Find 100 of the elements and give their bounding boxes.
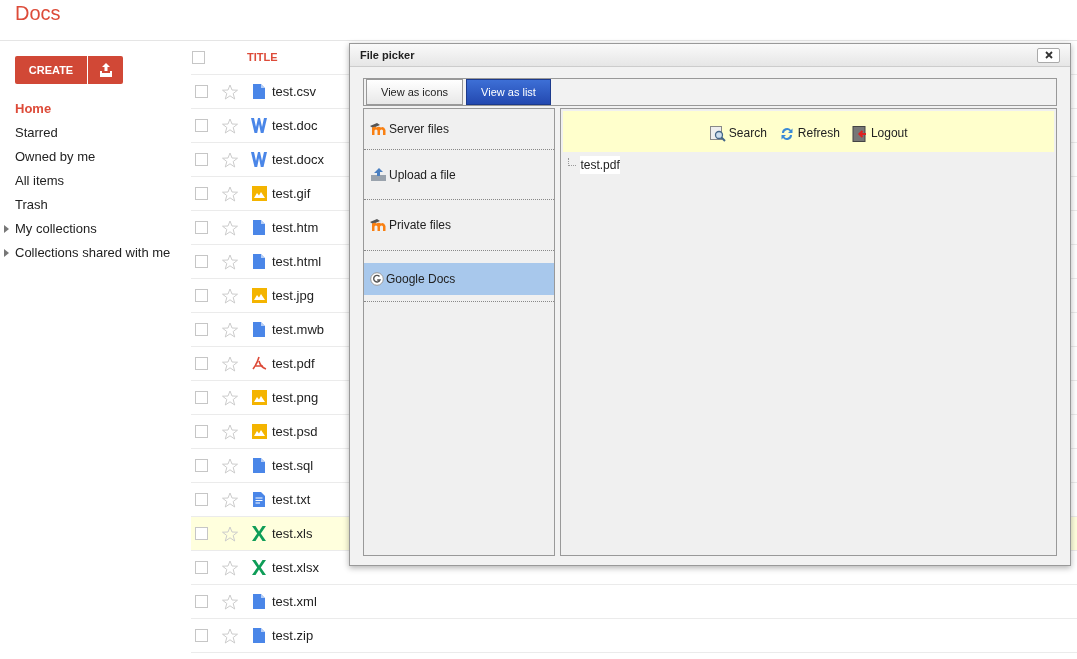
mortarboard-m-icon [370, 122, 387, 136]
file-name[interactable]: test.zip [272, 625, 314, 646]
nav-link[interactable]: My collections [15, 219, 97, 239]
create-button[interactable]: CREATE [15, 56, 87, 84]
file-name[interactable]: test.pdf [272, 353, 315, 374]
document-icon [253, 458, 265, 473]
row-checkbox[interactable] [195, 289, 208, 302]
upload-button[interactable] [88, 56, 123, 84]
file-name[interactable]: test.html [272, 251, 322, 272]
row-checkbox[interactable] [195, 391, 208, 404]
logout-door-icon [851, 126, 868, 142]
toolbar-button[interactable]: Search [709, 124, 767, 142]
document-icon [253, 322, 265, 337]
view-tab[interactable]: View as list [466, 79, 551, 105]
source-item[interactable]: Upload a file [364, 150, 555, 199]
mortarboard-m-icon [370, 218, 387, 232]
word-document-icon [251, 152, 267, 167]
source-item[interactable]: Server files [364, 109, 555, 149]
star-icon[interactable] [222, 253, 238, 270]
word-document-icon [251, 118, 267, 133]
row-checkbox[interactable] [195, 459, 208, 472]
star-icon[interactable] [222, 355, 238, 372]
file-name[interactable]: test.gif [272, 183, 311, 204]
row-checkbox[interactable] [195, 629, 208, 642]
star-icon[interactable] [222, 457, 238, 474]
star-icon[interactable] [222, 423, 238, 440]
star-icon[interactable] [222, 525, 238, 542]
file-name[interactable]: test.xml [272, 591, 317, 612]
star-icon[interactable] [222, 287, 238, 304]
file-name[interactable]: test.xls [272, 523, 313, 544]
star-icon[interactable] [222, 389, 238, 406]
row-checkbox[interactable] [195, 323, 208, 336]
file-name[interactable]: test.doc [272, 115, 318, 136]
select-all-checkbox[interactable] [192, 51, 205, 64]
file-name[interactable]: test.jpg [272, 285, 314, 306]
toolbar-button[interactable]: Logout [851, 124, 908, 142]
row-checkbox[interactable] [195, 119, 208, 132]
star-icon[interactable] [222, 627, 238, 644]
image-icon [251, 390, 267, 405]
nav-link[interactable]: Owned by me [15, 147, 96, 167]
file-name[interactable]: test.txt [272, 489, 311, 510]
source-item[interactable]: Private files [364, 200, 555, 250]
star-icon[interactable] [222, 321, 238, 338]
expand-arrow-icon[interactable] [4, 249, 9, 257]
row-checkbox[interactable] [195, 561, 208, 574]
row-checkbox[interactable] [195, 255, 208, 268]
file-name[interactable]: test.xlsx [272, 557, 319, 578]
expand-arrow-icon[interactable] [4, 225, 9, 233]
dialog-title: File picker [360, 47, 415, 63]
image-icon [251, 424, 267, 439]
nav-link[interactable]: Collections shared with me [15, 243, 171, 263]
upload-tray-icon [370, 167, 387, 182]
file-name[interactable]: test.sql [272, 455, 314, 476]
file-name[interactable]: test.psd [272, 421, 318, 442]
star-icon[interactable] [222, 151, 238, 168]
row-checkbox[interactable] [195, 187, 208, 200]
upload-icon [98, 63, 113, 77]
row-checkbox[interactable] [195, 527, 208, 540]
star-icon[interactable] [222, 491, 238, 508]
g-logo-icon [370, 272, 384, 286]
file-name[interactable]: test.png [272, 387, 319, 408]
row-checkbox[interactable] [195, 85, 208, 98]
row-checkbox[interactable] [195, 357, 208, 370]
star-icon[interactable] [222, 117, 238, 134]
nav-link[interactable]: Trash [15, 195, 48, 215]
row-checkbox[interactable] [195, 493, 208, 506]
view-tab[interactable]: View as icons [366, 79, 464, 105]
app-title: Docs [15, 1, 61, 26]
toolbar-button[interactable]: Refresh [778, 124, 840, 142]
star-icon[interactable] [222, 593, 238, 610]
close-icon [1044, 51, 1053, 59]
image-icon [251, 288, 267, 303]
star-icon[interactable] [222, 83, 238, 100]
nav-link[interactable]: Home [15, 99, 52, 119]
spreadsheet-icon [252, 560, 266, 575]
document-icon [253, 628, 265, 643]
document-icon [253, 84, 265, 99]
star-icon[interactable] [222, 219, 238, 236]
document-icon [253, 220, 265, 235]
column-header[interactable]: TITLE [247, 49, 278, 66]
spreadsheet-icon [252, 526, 266, 541]
file-name[interactable]: test.docx [272, 149, 325, 170]
file-name[interactable]: test.htm [272, 217, 319, 238]
star-icon[interactable] [222, 185, 238, 202]
image-icon [251, 186, 267, 201]
file-item[interactable]: test.pdf [580, 156, 620, 174]
file-row[interactable]: test.xls [191, 517, 349, 551]
star-icon[interactable] [222, 559, 238, 576]
close-button[interactable] [1037, 47, 1060, 63]
nav-link[interactable]: Starred [15, 123, 58, 143]
nav-link[interactable]: All items [15, 171, 65, 191]
source-item[interactable]: Google Docs [364, 263, 555, 295]
document-icon [253, 594, 265, 609]
row-checkbox[interactable] [195, 425, 208, 438]
row-checkbox[interactable] [195, 221, 208, 234]
row-checkbox[interactable] [195, 595, 208, 608]
file-name[interactable]: test.csv [272, 81, 317, 102]
row-checkbox[interactable] [195, 153, 208, 166]
file-name[interactable]: test.mwb [272, 319, 324, 340]
pdf-icon [251, 356, 267, 371]
